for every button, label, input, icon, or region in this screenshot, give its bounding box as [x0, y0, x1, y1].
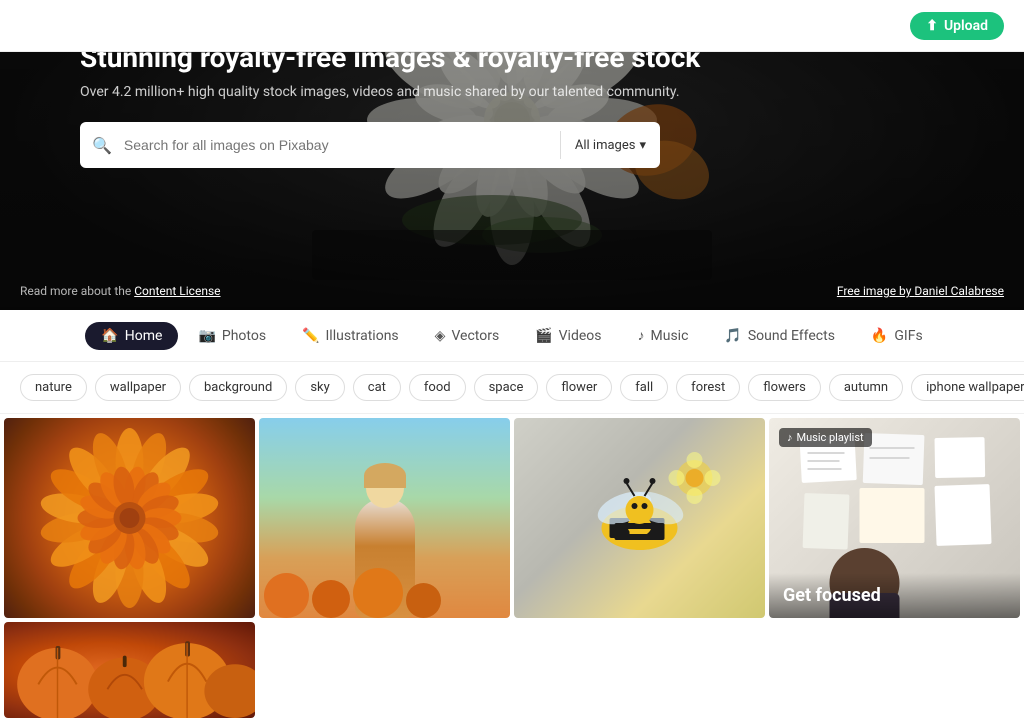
get-focused-text: Get focused [783, 585, 881, 606]
tag-forest[interactable]: forest [676, 374, 740, 401]
tag-nature[interactable]: nature [20, 374, 87, 401]
chevron-down-icon: ▾ [744, 18, 751, 34]
tag-food[interactable]: food [409, 374, 466, 401]
music-badge-label: Music playlist [797, 431, 864, 444]
upload-button[interactable]: ⬆ Upload [910, 12, 1004, 40]
search-filter-dropdown[interactable]: All images ▾ [561, 138, 660, 153]
tag-iphone-wallpaper[interactable]: iphone wallpaper [911, 374, 1024, 401]
tab-gifs-label: GIFs [894, 328, 922, 344]
tab-videos-label: Videos [559, 328, 602, 344]
chevron-down-icon: ▾ [639, 138, 646, 153]
grid-item-5[interactable] [4, 622, 255, 718]
content-license-prefix: Read more about the [20, 284, 134, 298]
tag-background[interactable]: background [189, 374, 287, 401]
grid-item-2[interactable] [259, 418, 510, 618]
music-badge: ♪ Music playlist [779, 428, 872, 447]
tab-photos[interactable]: 📷 Photos [182, 322, 282, 350]
photos-icon: 📷 [198, 328, 215, 344]
music-note-icon: ♪ [787, 431, 793, 444]
hero-subtitle: Over 4.2 million+ high quality stock ima… [80, 84, 944, 100]
tab-photos-label: Photos [222, 328, 266, 344]
tab-sound-effects-label: Sound Effects [748, 328, 835, 344]
vectors-icon: ◈ [435, 328, 446, 344]
join-button[interactable]: Join [829, 12, 890, 40]
site-logo[interactable]: pixabay [20, 13, 93, 38]
music-icon: ♪ [638, 327, 645, 344]
content-license-link[interactable]: Content License [134, 284, 220, 298]
grid-item-4[interactable]: ♪ Music playlist Get focused [769, 418, 1020, 618]
hero-footer: Read more about the Content License Free… [0, 284, 1024, 298]
illustrations-icon: ✏️ [302, 328, 319, 344]
tab-videos[interactable]: 🎬 Videos [519, 322, 617, 350]
grid-item-3[interactable] [514, 418, 765, 618]
tab-vectors-label: Vectors [451, 328, 499, 344]
image-grid: ♪ Music playlist Get focused [0, 414, 1024, 722]
tab-home-label: Home [125, 328, 163, 344]
tab-illustrations-label: Illustrations [326, 328, 399, 344]
tag-sky[interactable]: sky [295, 374, 344, 401]
search-input[interactable] [124, 137, 560, 153]
grid-item-1[interactable] [4, 418, 255, 618]
login-button[interactable]: Log in [771, 18, 809, 34]
tabs-navigation: 🏠 Home 📷 Photos ✏️ Illustrations ◈ Vecto… [0, 310, 1024, 362]
gifs-icon: 🔥 [871, 328, 888, 344]
tag-autumn[interactable]: autumn [829, 374, 903, 401]
tab-vectors[interactable]: ◈ Vectors [419, 322, 516, 350]
navbar: pixabay Explore ▾ Log in Join ⬆ Upload [0, 0, 1024, 52]
hero-footer-right: Free image by Daniel Calabrese [837, 284, 1004, 298]
explore-button[interactable]: Explore ▾ [694, 18, 751, 34]
tab-gifs[interactable]: 🔥 GIFs [855, 322, 939, 350]
photographer-link[interactable]: Daniel Calabrese [914, 284, 1004, 298]
upload-label: Upload [944, 18, 988, 34]
upload-icon: ⬆ [926, 18, 938, 34]
tag-flower[interactable]: flower [546, 374, 612, 401]
nav-right: Explore ▾ Log in Join ⬆ Upload [694, 12, 1004, 40]
explore-label: Explore [694, 18, 740, 34]
search-bar: 🔍 All images ▾ [80, 122, 660, 168]
tags-bar: nature wallpaper background sky cat food… [0, 362, 1024, 414]
tab-music-label: Music [651, 328, 689, 344]
tab-sound-effects[interactable]: 🎵 Sound Effects [708, 322, 851, 350]
tag-flowers[interactable]: flowers [748, 374, 821, 401]
tag-space[interactable]: space [474, 374, 539, 401]
tag-fall[interactable]: fall [620, 374, 668, 401]
search-icon: 🔍 [80, 136, 124, 155]
hero-footer-left: Read more about the Content License [20, 284, 221, 298]
search-filter-label: All images [575, 138, 636, 153]
tab-illustrations[interactable]: ✏️ Illustrations [286, 322, 415, 350]
tab-music[interactable]: ♪ Music [622, 321, 705, 350]
free-image-prefix: Free image by [837, 284, 915, 298]
sound-effects-icon: 🎵 [724, 328, 741, 344]
tag-wallpaper[interactable]: wallpaper [95, 374, 181, 401]
tab-home[interactable]: 🏠 Home [85, 322, 178, 350]
tag-cat[interactable]: cat [353, 374, 401, 401]
get-focused-overlay: Get focused [769, 573, 1020, 618]
videos-icon: 🎬 [535, 328, 552, 344]
home-icon: 🏠 [101, 328, 118, 344]
hero-section: pixabay Explore ▾ Log in Join ⬆ Upload S… [0, 0, 1024, 310]
